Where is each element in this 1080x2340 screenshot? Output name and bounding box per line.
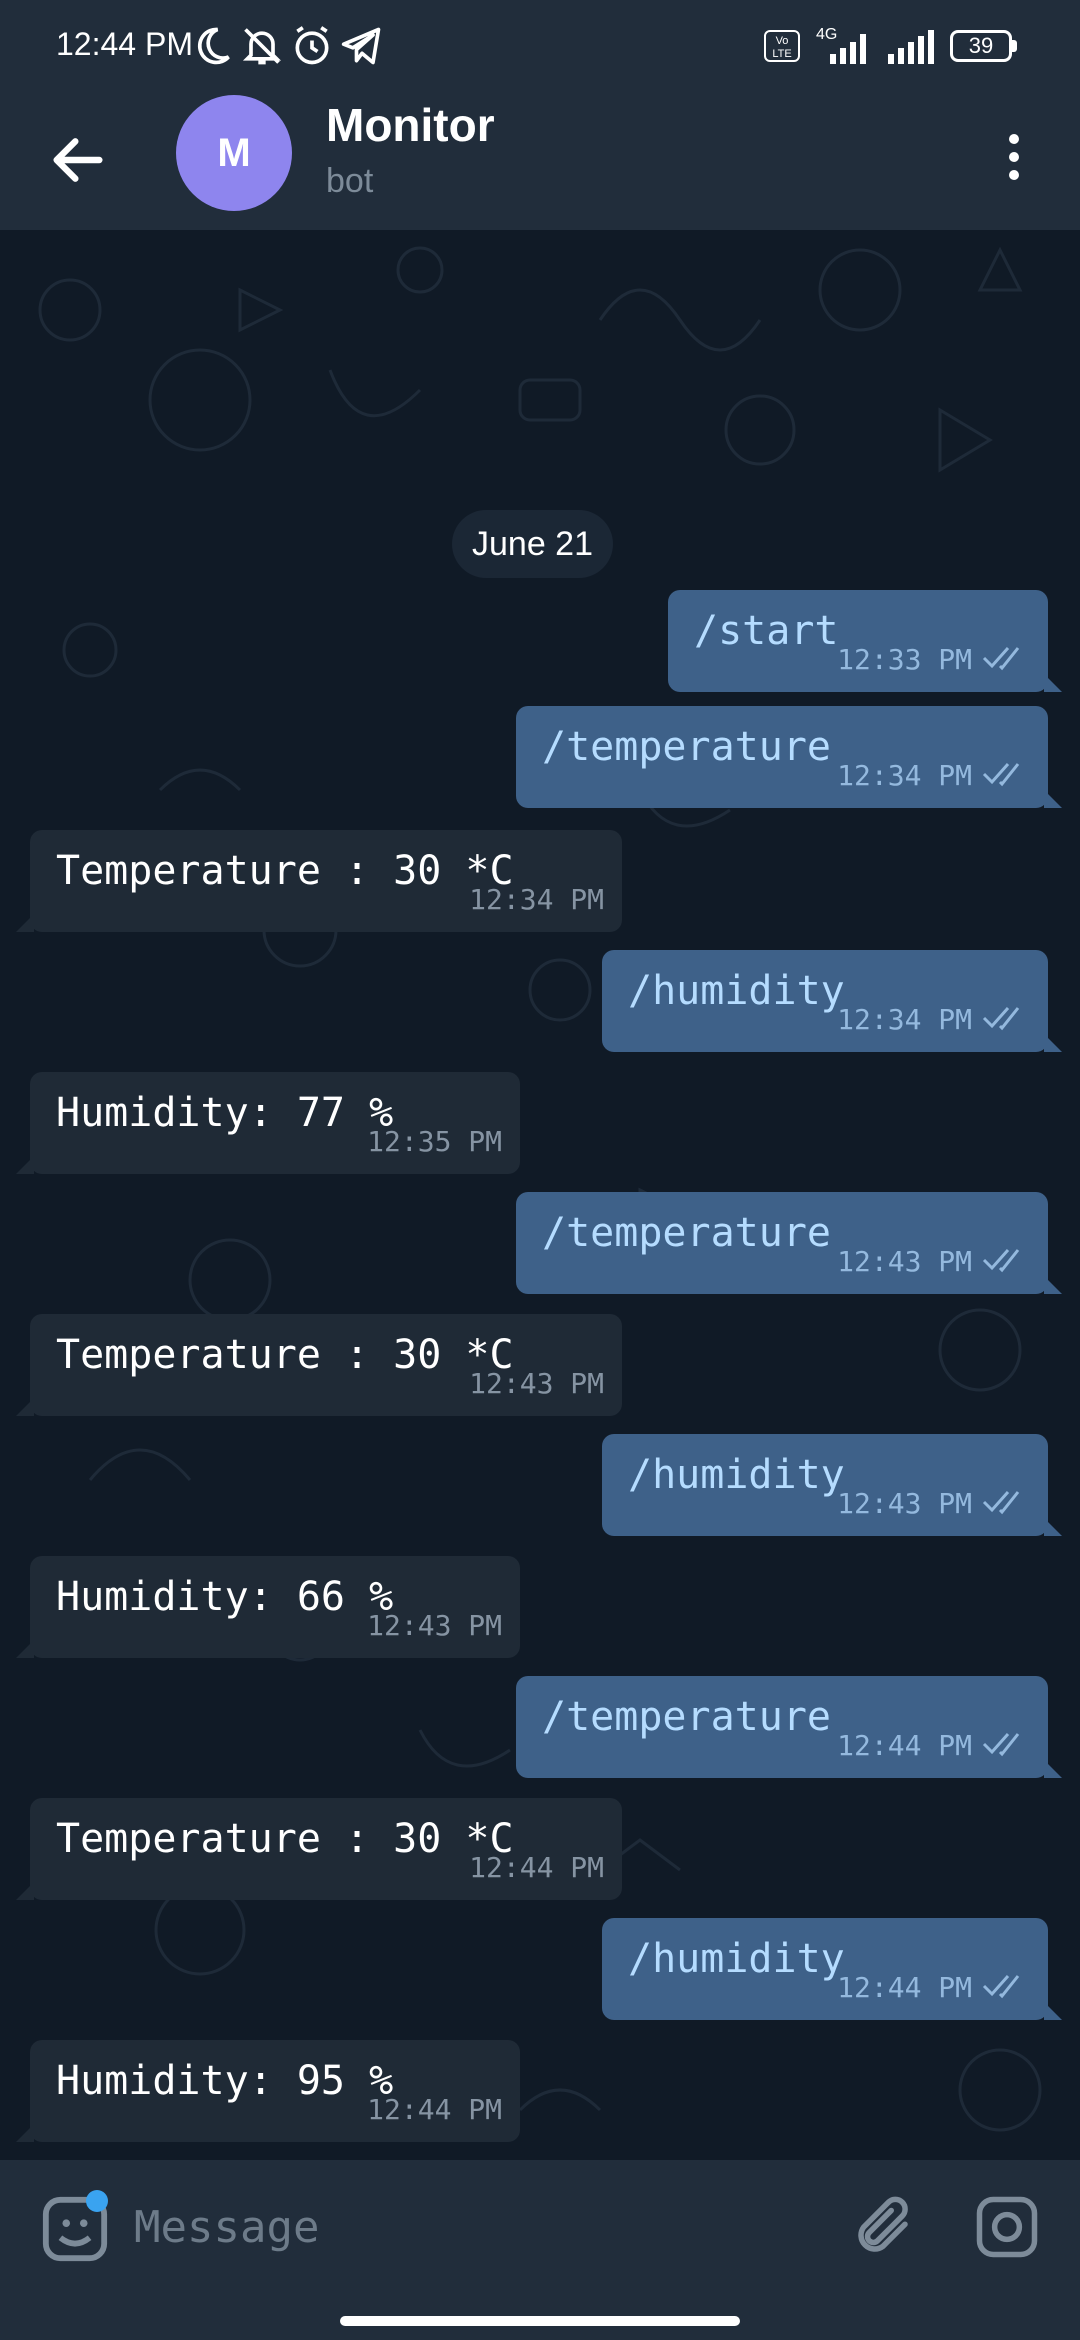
double-check-icon (982, 763, 1020, 787)
message-time: 12:43 PM (367, 1609, 502, 1642)
message-text: Humidity: 66 % (56, 1574, 394, 1620)
message-input-bar (0, 2160, 1080, 2294)
message-time: 12:34 PM (469, 883, 604, 916)
notification-dot (86, 2190, 108, 2212)
incoming-message[interactable]: Humidity: 95 % 12:44 PM (16, 2040, 520, 2142)
message-time: 12:34 PM (837, 759, 972, 792)
outgoing-message[interactable]: /humidity 12:34 PM (602, 950, 1062, 1052)
message-input[interactable] (132, 2186, 796, 2268)
status-bar: 12:44 PM Vo LTE 4G 39 (0, 0, 1080, 92)
message-text: /humidity (628, 1936, 845, 1982)
signal-2-icon (888, 30, 934, 64)
battery-icon: 39 (950, 30, 1012, 62)
double-check-icon (982, 1733, 1020, 1757)
back-arrow-icon[interactable] (46, 128, 110, 192)
message-text: /temperature (542, 724, 831, 770)
message-time: 12:43 PM (469, 1367, 604, 1400)
bell-off-icon (242, 28, 282, 65)
volte-icon: VoLTE (764, 30, 800, 62)
message-time: 12:43 PM (837, 1245, 972, 1278)
message-time: 12:44 PM (837, 1729, 972, 1762)
chat-title[interactable]: Monitor (326, 98, 495, 152)
message-text: /humidity (628, 968, 845, 1014)
message-text: Humidity: 95 % (56, 2058, 394, 2104)
outgoing-message[interactable]: /humidity 12:43 PM (602, 1434, 1062, 1536)
double-check-icon (982, 1249, 1020, 1273)
outgoing-message[interactable]: /humidity 12:44 PM (602, 1918, 1062, 2020)
home-indicator[interactable] (340, 2316, 740, 2326)
message-text: /temperature (542, 1694, 831, 1740)
alarm-icon (295, 26, 329, 65)
outgoing-message[interactable]: /temperature 12:43 PM (516, 1192, 1062, 1294)
message-time: 12:35 PM (367, 1125, 502, 1158)
double-check-icon (982, 1007, 1020, 1031)
attach-paperclip-icon[interactable] (850, 2194, 916, 2260)
message-time: 12:44 PM (469, 1851, 604, 1884)
message-text: /temperature (542, 1210, 831, 1256)
incoming-message[interactable]: Temperature : 30 *C 12:44 PM (16, 1798, 622, 1900)
outgoing-message[interactable]: /start 12:33 PM (668, 590, 1062, 692)
svg-text:LTE: LTE (772, 48, 791, 60)
more-menu-icon[interactable] (996, 126, 1032, 196)
double-check-icon (982, 1491, 1020, 1515)
message-text: Temperature : 30 *C (56, 1332, 514, 1378)
message-time: 12:34 PM (837, 1003, 972, 1036)
signal-icon (830, 34, 866, 64)
svg-text:Vo: Vo (776, 35, 789, 47)
moon-icon (197, 27, 230, 65)
message-time: 12:44 PM (367, 2093, 502, 2126)
outgoing-message[interactable]: /temperature 12:44 PM (516, 1676, 1062, 1778)
message-text: Temperature : 30 *C (56, 848, 514, 894)
navigation-bar (0, 2294, 1080, 2340)
status-time: 12:44 PM (56, 26, 193, 62)
camera-icon[interactable] (974, 2194, 1040, 2260)
incoming-message[interactable]: Humidity: 66 % 12:43 PM (16, 1556, 520, 1658)
date-separator: June 21 (452, 510, 613, 578)
incoming-message[interactable]: Temperature : 30 *C 12:34 PM (16, 830, 622, 932)
avatar[interactable]: M (176, 95, 292, 211)
message-time: 12:44 PM (837, 1971, 972, 2004)
outgoing-message[interactable]: /temperature 12:34 PM (516, 706, 1062, 808)
message-text: /humidity (628, 1452, 845, 1498)
chat-area[interactable]: June 21 /start 12:33 PM /temperature 12:… (0, 230, 1080, 2160)
battery-level: 39 (968, 33, 994, 58)
message-time: 12:33 PM (837, 643, 972, 676)
chat-header: M Monitor bot (0, 92, 1080, 230)
telegram-icon (341, 27, 381, 65)
message-text: Humidity: 77 % (56, 1090, 394, 1136)
double-check-icon (982, 1975, 1020, 1999)
message-text: Temperature : 30 *C (56, 1816, 514, 1862)
double-check-icon (982, 647, 1020, 671)
incoming-message[interactable]: Temperature : 30 *C 12:43 PM (16, 1314, 622, 1416)
message-time: 12:43 PM (837, 1487, 972, 1520)
message-text: /start (694, 608, 839, 654)
battery-tip (1012, 40, 1017, 52)
chat-subtitle: bot (326, 162, 374, 200)
incoming-message[interactable]: Humidity: 77 % 12:35 PM (16, 1072, 520, 1174)
